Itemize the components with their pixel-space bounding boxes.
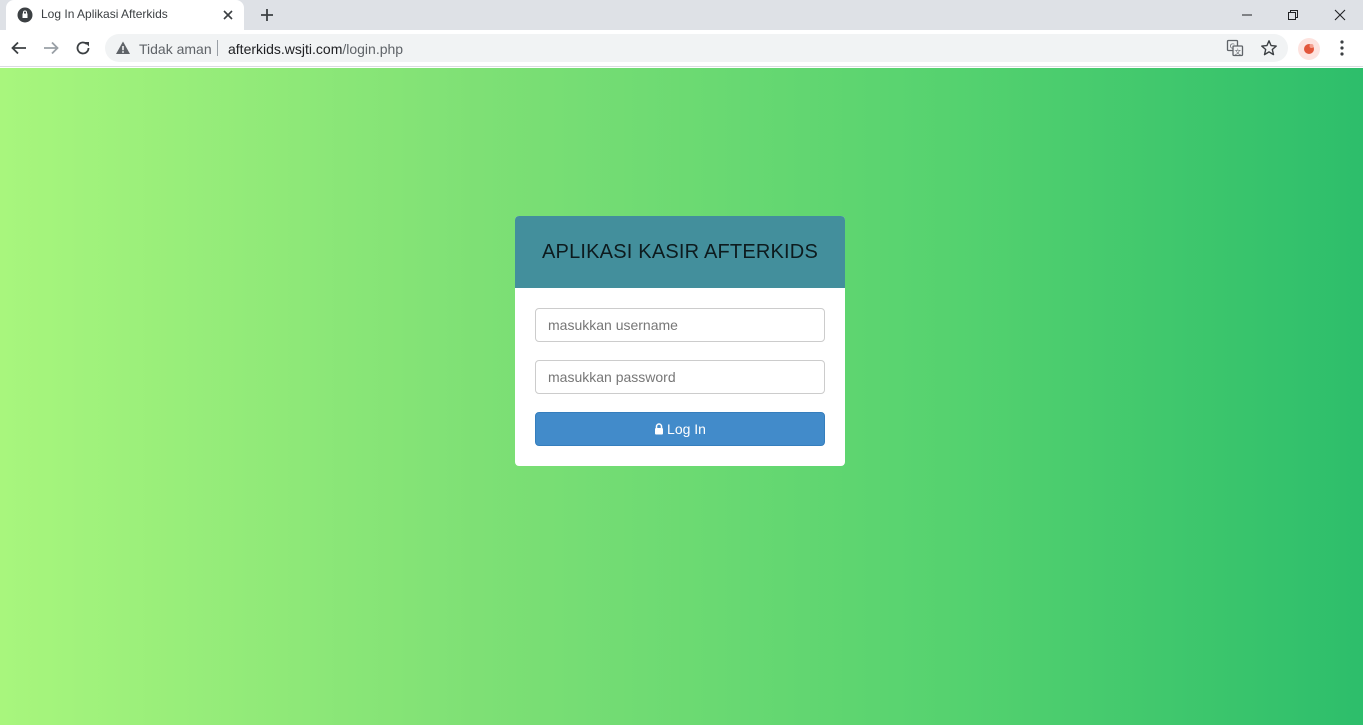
address-bar[interactable]: Tidak aman afterkids.wsjti.com/login.php… — [105, 34, 1288, 62]
login-form: Log In — [515, 288, 845, 446]
forward-button[interactable] — [41, 38, 61, 58]
plus-icon[interactable] — [258, 6, 276, 24]
reload-button[interactable] — [73, 38, 93, 58]
tab-strip: Log In Aplikasi Afterkids — [0, 0, 1363, 30]
reload-icon — [76, 41, 90, 55]
username-input[interactable] — [535, 308, 825, 342]
page-viewport: APLIKASI KASIR AFTERKIDS Log In — [0, 68, 1363, 725]
login-button-label: Log In — [667, 421, 706, 437]
restore-button[interactable] — [1270, 0, 1316, 30]
lock-icon — [655, 423, 664, 435]
browser-tab-active[interactable]: Log In Aplikasi Afterkids — [6, 0, 244, 30]
warning-icon[interactable] — [115, 40, 131, 56]
star-icon[interactable] — [1260, 39, 1278, 57]
password-input[interactable] — [535, 360, 825, 394]
tab-title: Log In Aplikasi Afterkids — [41, 7, 168, 21]
divider — [217, 40, 218, 56]
login-card: APLIKASI KASIR AFTERKIDS Log In — [515, 216, 845, 466]
arrow-left-icon — [11, 41, 26, 55]
profile-icon — [1304, 44, 1314, 54]
login-button[interactable]: Log In — [535, 412, 825, 446]
globe-icon — [17, 7, 33, 23]
back-button[interactable] — [9, 38, 29, 58]
minimize-button[interactable] — [1224, 0, 1270, 30]
close-icon[interactable] — [220, 7, 236, 23]
url-path: /login.php — [342, 41, 404, 57]
url-host: afterkids.wsjti.com — [228, 41, 343, 57]
kebab-menu-icon — [1340, 40, 1344, 56]
browser-toolbar: Tidak aman afterkids.wsjti.com/login.php… — [0, 30, 1363, 67]
window-close-button[interactable] — [1317, 0, 1363, 30]
svg-text:文: 文 — [1235, 47, 1242, 56]
security-status[interactable]: Tidak aman — [139, 41, 212, 57]
login-card-header: APLIKASI KASIR AFTERKIDS — [515, 216, 845, 288]
restore-icon — [1288, 10, 1298, 20]
arrow-right-icon — [44, 41, 59, 55]
window-close-icon — [1334, 9, 1346, 21]
app-title: APLIKASI KASIR AFTERKIDS — [541, 240, 818, 263]
minimize-icon — [1242, 14, 1252, 16]
url-text[interactable]: afterkids.wsjti.com/login.php — [228, 41, 403, 57]
more-menu-button[interactable] — [1332, 38, 1352, 58]
profile-avatar[interactable] — [1298, 38, 1320, 60]
translate-icon[interactable]: G 文 — [1226, 39, 1244, 57]
